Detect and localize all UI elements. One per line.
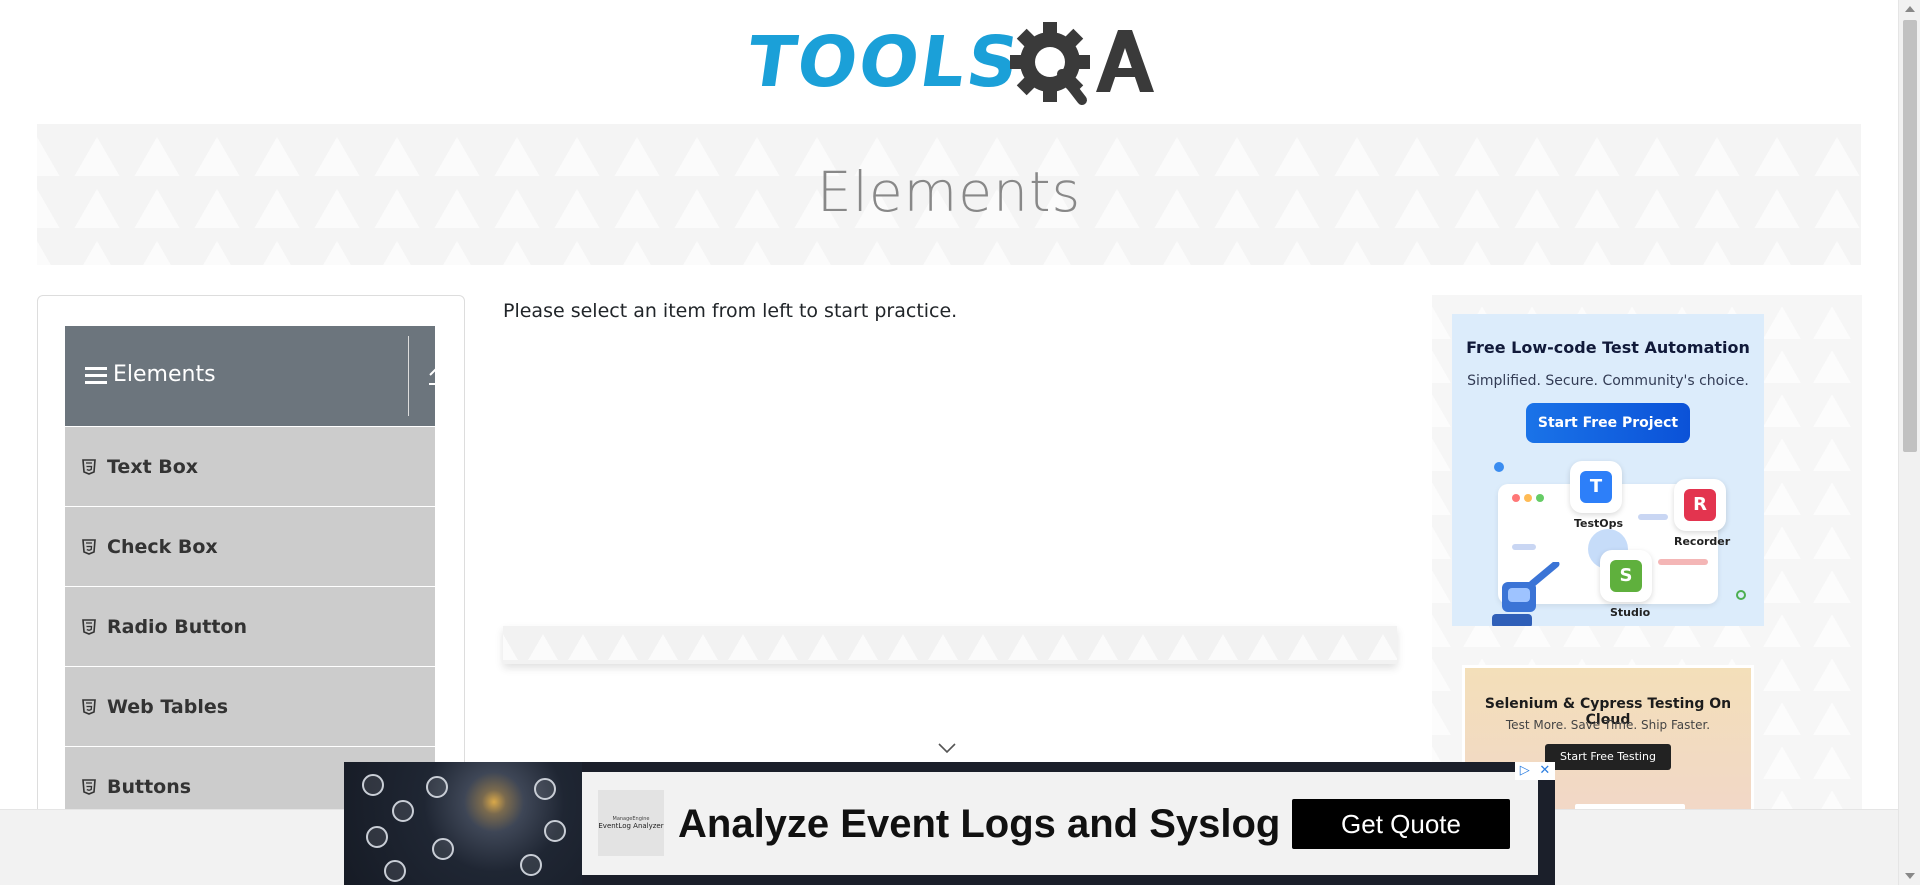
menu-item-text-box[interactable]: Text Box (65, 427, 435, 507)
eventlog-analyzer-logo: ManageEngine EventLog Analyzer (598, 790, 664, 856)
menu-item-web-tables[interactable]: Web Tables (65, 667, 435, 747)
scroll-down-arrow-icon[interactable] (1905, 873, 1915, 879)
get-quote-button[interactable]: Get Quote (1292, 799, 1510, 849)
html5-shield-icon (82, 539, 96, 555)
product-label: Recorder (1674, 535, 1731, 548)
menu-item-check-box[interactable]: Check Box (65, 507, 435, 587)
upload-arrow-icon[interactable] (411, 326, 463, 426)
studio-icon: S (1600, 550, 1652, 602)
html5-shield-icon (82, 699, 96, 715)
start-free-project-button[interactable]: Start Free Project (1526, 403, 1690, 443)
inline-ad-slot (503, 626, 1397, 664)
testops-icon: T (1570, 461, 1622, 513)
instruction-text: Please select an item from left to start… (503, 300, 958, 322)
hamburger-icon (85, 367, 107, 385)
ad-hero-image (344, 762, 582, 885)
scroll-up-arrow-icon[interactable] (1905, 6, 1915, 12)
ad-close-icon[interactable]: ✕ (1539, 762, 1550, 780)
start-free-testing-button[interactable]: Start Free Testing (1545, 744, 1671, 770)
ad-choices-icon[interactable]: ▷ (1520, 762, 1530, 780)
page-banner: Elements (37, 124, 1861, 265)
bottom-banner-ad[interactable]: ManageEngine EventLog Analyzer Analyze E… (344, 762, 1555, 885)
scrollbar-thumb[interactable] (1903, 20, 1917, 452)
chevron-down-icon[interactable] (937, 742, 957, 754)
html5-shield-icon (82, 619, 96, 635)
logo-tools-text: TOOLS (742, 21, 1026, 103)
robot-arm-icon (1492, 562, 1560, 626)
product-label: TestOps (1574, 517, 1624, 530)
html5-shield-icon (82, 459, 96, 475)
header-divider (408, 336, 409, 416)
vertical-scrollbar[interactable] (1898, 0, 1920, 885)
logo-gear-qa-icon (1010, 22, 1154, 105)
page-title: Elements (816, 160, 1082, 224)
ad-title: Free Low-code Test Automation (1466, 338, 1750, 357)
menu-item-label: Web Tables (107, 696, 229, 718)
menu-item-radio-button[interactable]: Radio Button (65, 587, 435, 667)
menu-item-label: Text Box (107, 456, 199, 478)
katalon-ad[interactable]: Free Low-code Test Automation Simplified… (1452, 314, 1764, 626)
page: TOOLS Elements Elements Text Box Check B… (0, 0, 1898, 885)
menu-item-label: Radio Button (107, 616, 247, 638)
ad-choices[interactable]: ▷ ✕ (1515, 762, 1555, 780)
menu-item-label: Check Box (107, 536, 218, 558)
ad-subtitle: Test More. Save Time. Ship Faster. (1505, 718, 1711, 732)
html5-shield-icon (82, 779, 96, 795)
ad-subtitle: Simplified. Secure. Community's choice. (1467, 373, 1749, 389)
group-title: Elements (113, 362, 216, 387)
ad-headline: Analyze Event Logs and Syslog (678, 802, 1281, 846)
recorder-icon: R (1674, 479, 1726, 531)
menu-item-label: Buttons (107, 776, 192, 798)
product-label: Studio (1610, 606, 1651, 619)
group-header-elements[interactable]: Elements (65, 326, 445, 426)
toolsqa-logo[interactable]: TOOLS (742, 16, 1154, 116)
